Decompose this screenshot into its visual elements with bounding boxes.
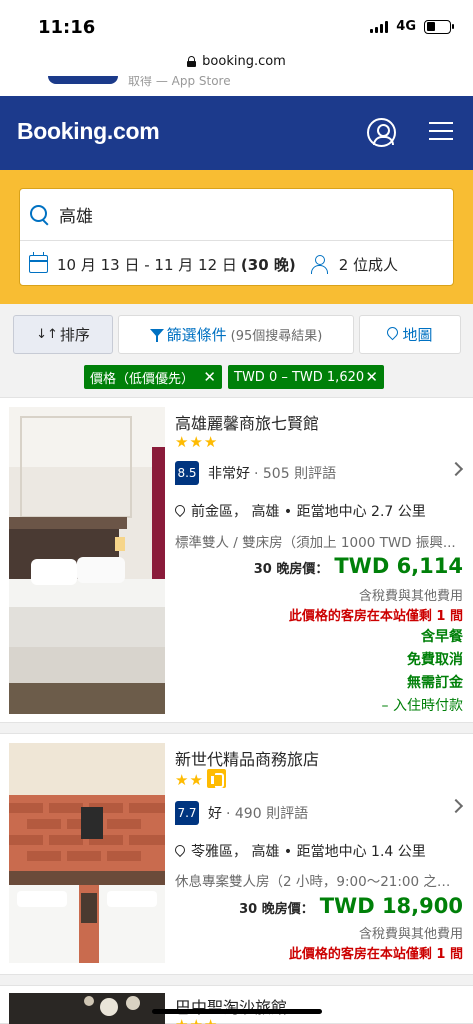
property-card[interactable]: 巴中聖淘沙旅館 ★★★ (0, 985, 473, 1024)
signal-icon (370, 20, 389, 33)
review-count: · 505 則評語 (254, 466, 337, 482)
price: TWD 18,900 (319, 894, 463, 918)
app-banner-button[interactable] (48, 76, 118, 84)
star-rating: ★★ (175, 769, 226, 789)
sort-icon: ↓↑ (36, 327, 58, 342)
filter-chip-price-sort[interactable]: 價格（低價優先） ✕ (84, 365, 222, 389)
site-header: Booking.com (0, 96, 473, 170)
sort-label: 排序 (59, 326, 90, 344)
url-text: booking.com (202, 53, 286, 69)
account-icon[interactable] (367, 118, 396, 147)
url-bar[interactable]: booking.com (0, 46, 473, 76)
booking-logo[interactable]: Booking.com (17, 118, 160, 145)
pay-at-property-note: – 入住時付款 (381, 698, 463, 714)
room-type: 休息專案雙人房（2 小時，9:00～21:00 之間... (175, 874, 463, 890)
chevron-right-icon[interactable] (448, 798, 464, 814)
taxes-note: 含稅費與其他費用 (358, 589, 463, 604)
lock-icon (187, 55, 197, 67)
property-name[interactable]: 高雄麗馨商旅七賢館 (175, 410, 319, 434)
search-icon (30, 204, 50, 225)
nights-label: 30 晚房價： (239, 902, 314, 917)
scarcity-note: 此價格的客房在本站僅剩 1 間 (288, 947, 463, 962)
filter-chip-label: 價格（低價優先） (90, 371, 195, 387)
review-score-word: 非常好 (208, 466, 250, 482)
location-pin-icon (175, 845, 185, 858)
home-indicator (152, 1009, 322, 1014)
nights-label: 30 晚房價： (253, 562, 329, 577)
perk-breakfast: 含早餐 (421, 629, 463, 645)
property-photo[interactable] (9, 407, 165, 714)
guests-count: 2 位成人 (338, 255, 399, 274)
review-score-row: 7.7 好 · 490 則評語 (175, 801, 308, 825)
location-row: 前金區， 高雄 • 距當地中心 2.7 公里 (175, 501, 426, 521)
star-rating-stars: ★★ (175, 771, 204, 789)
star-rating: ★★★ (175, 433, 219, 451)
guests-icon (310, 254, 329, 274)
perk-free-cancellation: 免費取消 (407, 652, 463, 668)
battery-icon (424, 19, 454, 34)
chevron-right-icon[interactable] (448, 461, 464, 477)
filter-button[interactable]: 篩選條件 (95個搜尋結果) (118, 315, 354, 354)
date-range: 10 月 13 日 - 11 月 12 日 (57, 255, 237, 274)
results-toolbar: ↓↑ 排序 篩選條件 (95個搜尋結果) 地圖 (0, 314, 473, 358)
close-icon[interactable]: ✕ (203, 368, 216, 386)
property-card[interactable]: 高雄麗馨商旅七賢館 ★★★ 8.5 非常好 · 505 則評語 前金區， 高雄 … (0, 397, 473, 723)
status-time: 11:16 (38, 17, 96, 38)
dates-guests-field[interactable]: 10 月 13 日 - 11 月 12 日 (30 晚) 2 位成人 (20, 241, 453, 287)
property-name[interactable]: 巴中聖淘沙旅館 (175, 994, 287, 1018)
map-button[interactable]: 地圖 (359, 315, 461, 354)
destination-field[interactable]: 高雄 (20, 189, 453, 241)
close-icon[interactable]: ✕ (365, 368, 378, 386)
thumbs-up-icon (206, 769, 226, 788)
filter-chip-label: TWD 0 – TWD 1,620 (234, 369, 365, 385)
scarcity-note: 此價格的客房在本站僅剩 1 間 (288, 609, 463, 624)
destination-value: 高雄 (59, 207, 93, 227)
room-type: 標準雙人 / 雙床房（須加上 1000 TWD 振興... (175, 535, 456, 551)
property-photo[interactable] (9, 743, 165, 963)
sort-button[interactable]: ↓↑ 排序 (13, 315, 113, 354)
taxes-note: 含稅費與其他費用 (358, 927, 463, 942)
status-bar: 11:16 4G (0, 0, 473, 46)
location-text: 苓雅區， 高雄 • 距當地中心 1.4 公里 (191, 844, 426, 860)
price-row: 30 晚房價： TWD 18,900 (239, 894, 463, 918)
property-card[interactable]: 新世代精品商務旅店 ★★ 7.7 好 · 490 則評語 苓雅區， 高雄 • 距… (0, 733, 473, 975)
location-row: 苓雅區， 高雄 • 距當地中心 1.4 公里 (175, 841, 426, 861)
location-pin-icon (175, 505, 185, 518)
network-label: 4G (396, 19, 416, 34)
review-score-row: 8.5 非常好 · 505 則評語 (175, 461, 336, 485)
review-score-word: 好 (208, 806, 222, 822)
status-indicators: 4G (370, 19, 454, 34)
price-row: 30 晚房價： TWD 6,114 (254, 554, 463, 578)
filter-label: 篩選條件 (166, 326, 227, 344)
map-pin-icon (387, 327, 398, 342)
filter-chip-price-range[interactable]: TWD 0 – TWD 1,620 ✕ (228, 365, 384, 389)
result-count: (95個搜尋結果) (230, 329, 323, 344)
review-score-badge: 8.5 (175, 461, 199, 485)
app-banner-text: 取得 — App Store (128, 76, 231, 88)
search-area: 高雄 10 月 13 日 - 11 月 12 日 (30 晚) 2 位成人 (0, 170, 473, 304)
filter-icon (149, 328, 164, 342)
app-banner: 取得 — App Store (0, 76, 473, 96)
active-filters: 價格（低價優先） ✕ TWD 0 – TWD 1,620 ✕ (0, 365, 473, 390)
location-text: 前金區， 高雄 • 距當地中心 2.7 公里 (191, 504, 426, 520)
price: TWD 6,114 (334, 554, 463, 578)
property-name[interactable]: 新世代精品商務旅店 (175, 746, 319, 770)
calendar-icon (29, 252, 48, 273)
hamburger-menu-icon[interactable] (429, 122, 453, 140)
star-rating: ★★★ (175, 1016, 218, 1024)
perk-no-prepayment: 無需訂金 (407, 675, 463, 691)
property-photo[interactable] (9, 993, 165, 1024)
map-label: 地圖 (402, 326, 433, 344)
nights-count: (30 晚) (240, 255, 296, 274)
review-score-badge: 7.7 (175, 801, 199, 825)
search-box: 高雄 10 月 13 日 - 11 月 12 日 (30 晚) 2 位成人 (19, 188, 454, 286)
review-count: · 490 則評語 (226, 806, 309, 822)
